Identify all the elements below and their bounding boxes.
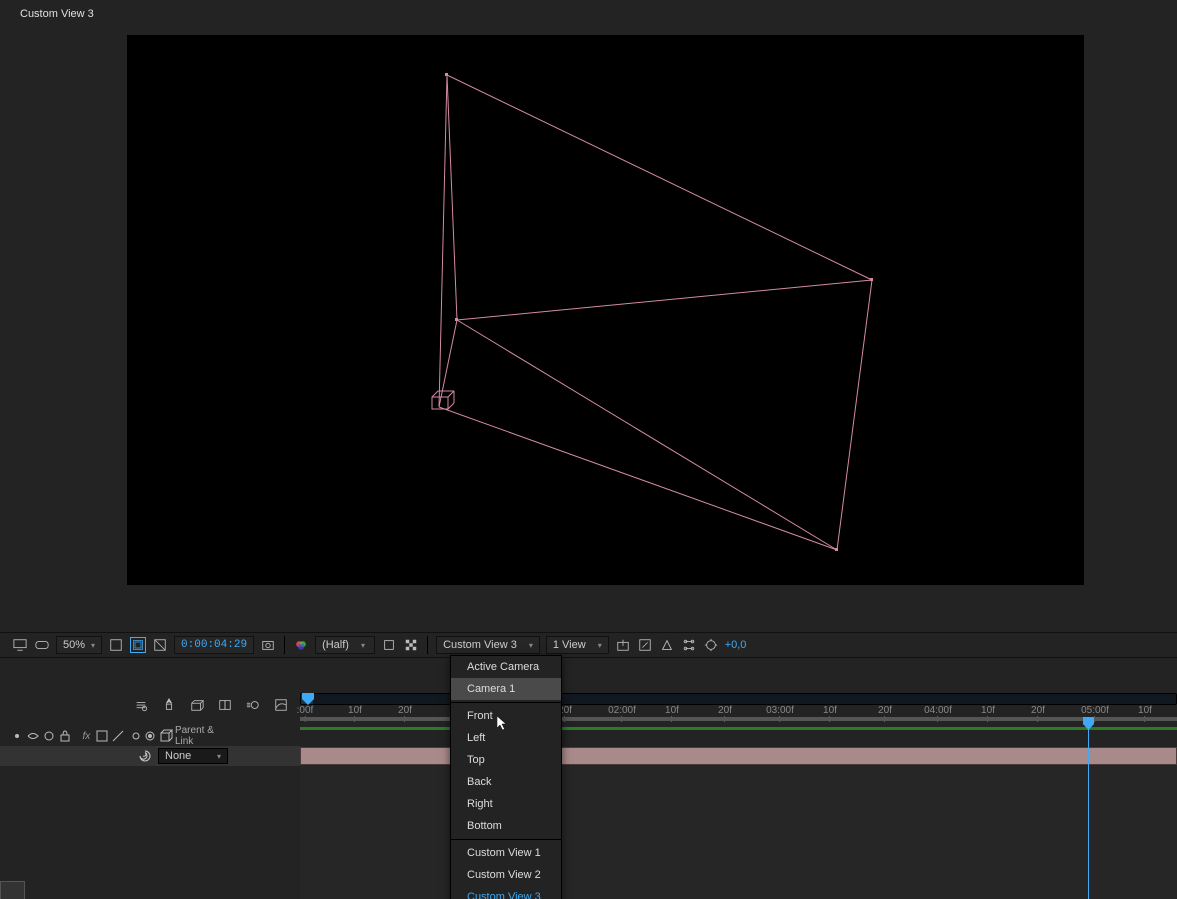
- snapshot-icon[interactable]: [260, 637, 276, 653]
- view-option[interactable]: Active Camera: [451, 656, 561, 678]
- color-management-icon[interactable]: [293, 637, 309, 653]
- 3d-icon[interactable]: [159, 729, 173, 743]
- bottom-tab[interactable]: [0, 881, 25, 899]
- timeline-tracks[interactable]: [300, 717, 1177, 899]
- parent-link-header: Parent & Link: [175, 725, 232, 747]
- render-icon[interactable]: [703, 637, 719, 653]
- parent-select[interactable]: None▾: [158, 748, 228, 764]
- desktop-icon[interactable]: [12, 637, 28, 653]
- safe-zones-icon[interactable]: [130, 637, 146, 653]
- quality-icon[interactable]: [111, 729, 125, 743]
- view-select[interactable]: Custom View 3▾: [436, 636, 540, 654]
- lock-icon[interactable]: [58, 729, 72, 743]
- vr-icon[interactable]: [34, 637, 50, 653]
- shy-icon[interactable]: [10, 729, 24, 743]
- current-time[interactable]: 0:00:04:29: [174, 636, 254, 654]
- frame-blend-icon[interactable]: [216, 696, 234, 714]
- view-option[interactable]: Camera 1: [451, 678, 561, 700]
- view-option[interactable]: Front: [451, 705, 561, 727]
- fx-icon[interactable]: fx: [80, 729, 93, 743]
- fast-previews-icon[interactable]: [659, 637, 675, 653]
- adj-icon[interactable]: [143, 729, 157, 743]
- viewport[interactable]: [127, 35, 1084, 585]
- motion-blur-icon[interactable]: [244, 696, 262, 714]
- playhead[interactable]: [1088, 717, 1089, 899]
- share-view-icon[interactable]: [615, 637, 631, 653]
- search-icon[interactable]: [132, 696, 150, 714]
- work-area-bar[interactable]: [300, 727, 1177, 730]
- av-icon[interactable]: [26, 729, 40, 743]
- roi-icon[interactable]: [381, 637, 397, 653]
- mb-col-icon[interactable]: [127, 729, 141, 743]
- graph-editor-icon[interactable]: [272, 696, 290, 714]
- view-option[interactable]: Top: [451, 749, 561, 771]
- render-queue-icon[interactable]: [160, 696, 178, 714]
- timeline-toolbar: [0, 693, 300, 717]
- view-option[interactable]: Custom View 1: [451, 842, 561, 864]
- view-option[interactable]: Custom View 2: [451, 864, 561, 886]
- views-layout-select[interactable]: 1 View▾: [546, 636, 609, 654]
- pixel-aspect-icon[interactable]: [637, 637, 653, 653]
- transparency-grid-icon[interactable]: [403, 637, 419, 653]
- column-headers: fx Parent & Link: [0, 726, 300, 746]
- timeline-icon[interactable]: [681, 637, 697, 653]
- view-dropdown[interactable]: Active CameraCamera 1 FrontLeftTopBackRig…: [450, 655, 562, 899]
- layer-bar[interactable]: [300, 747, 1177, 765]
- view-option[interactable]: Custom View 3: [451, 886, 561, 899]
- solo-icon[interactable]: [42, 729, 56, 743]
- pickwhip-icon[interactable]: [138, 749, 152, 763]
- view-option[interactable]: Back: [451, 771, 561, 793]
- time-ruler[interactable]: :00f10f20f01:00f10f20f02:00f10f20f03:00f…: [300, 693, 1177, 717]
- preview-footer: 50%▾ 0:00:04:29 (Half)▾ Custom View 3▾ 1…: [0, 632, 1177, 658]
- collapse-icon[interactable]: [95, 729, 109, 743]
- exposure-value[interactable]: +0,0: [725, 639, 747, 651]
- timeline-panel: fx Parent & Link None▾ :00f10f20f01:00f1…: [0, 693, 1177, 899]
- view-label: Custom View 3: [20, 8, 94, 20]
- view-option[interactable]: Left: [451, 727, 561, 749]
- layer-row[interactable]: None▾: [0, 746, 300, 766]
- resolution-down-icon[interactable]: [108, 637, 124, 653]
- view-option[interactable]: Bottom: [451, 815, 561, 837]
- resolution-select[interactable]: (Half)▾: [315, 636, 375, 654]
- draft3d-icon[interactable]: [188, 696, 206, 714]
- mask-visibility-icon[interactable]: [152, 637, 168, 653]
- magnification-select[interactable]: 50%▾: [56, 636, 102, 654]
- view-option[interactable]: Right: [451, 793, 561, 815]
